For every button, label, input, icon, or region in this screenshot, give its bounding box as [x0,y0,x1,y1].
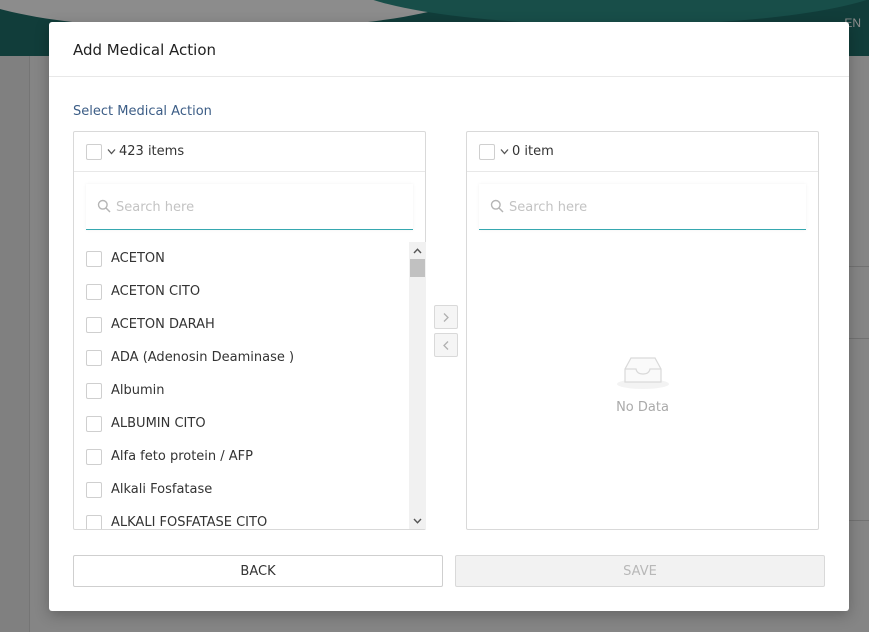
list-item[interactable]: ALKALI FOSFATASE CITO [74,506,409,529]
dialog-header: Add Medical Action [49,22,849,77]
item-checkbox[interactable] [86,514,102,529]
target-item-count: 0 item [512,144,554,159]
inbox-empty-icon [616,357,669,389]
chevron-down-icon[interactable] [107,146,116,157]
target-search-input[interactable] [509,196,789,218]
item-checkbox[interactable] [86,448,102,465]
scroll-up-arrow[interactable] [409,242,426,259]
empty-state: No Data [467,352,818,415]
list-item[interactable]: Albumin [74,374,409,407]
list-item[interactable]: ACETON CITO [74,275,409,308]
no-data-text: No Data [616,400,669,415]
select-all-checkbox[interactable] [86,143,102,160]
list-item[interactable]: ALBUMIN CITO [74,407,409,440]
item-label: ACETON [111,251,165,266]
source-panel-header: 423 items [74,132,425,172]
item-label: ALKALI FOSFATASE CITO [111,515,268,529]
list-item[interactable]: ACETON [74,242,409,275]
move-right-button[interactable] [434,305,458,329]
item-label: Albumin [111,383,165,398]
list-scrollbar[interactable] [409,242,426,529]
list-item[interactable]: ADA (Adenosin Deaminase ) [74,341,409,374]
source-search-box [86,184,413,230]
item-checkbox[interactable] [86,283,102,300]
dialog-title: Add Medical Action [73,41,217,59]
item-checkbox[interactable] [86,415,102,432]
item-label: ALBUMIN CITO [111,416,206,431]
scrollbar-thumb[interactable] [410,259,425,277]
source-item-list: ACETON ACETON CITO ACETON DARAH ADA (Adenos… [74,242,409,529]
item-checkbox[interactable] [86,349,102,366]
chevron-down-icon[interactable] [500,146,509,157]
scroll-down-arrow[interactable] [409,512,426,529]
item-checkbox[interactable] [86,250,102,267]
list-item[interactable]: Alkali Fosfatase [74,473,409,506]
item-checkbox[interactable] [86,382,102,399]
select-all-checkbox[interactable] [479,143,495,160]
source-list-panel: 423 items ACETONACETON CITOACETON DARAHA… [73,131,426,530]
item-label: ACETON CITO [111,284,201,299]
item-checkbox[interactable] [86,481,102,498]
item-checkbox[interactable] [86,316,102,333]
list-item[interactable]: ACETON DARAH [74,308,409,341]
move-left-button[interactable] [434,333,458,357]
source-item-count: 423 items [119,144,185,159]
chevron-right-icon [443,312,449,322]
chevron-left-icon [443,340,449,350]
source-search-input[interactable] [116,196,396,218]
item-label: ACETON DARAH [111,317,215,332]
save-button[interactable]: SAVE [455,555,825,587]
search-icon [490,199,504,213]
target-panel-header: 0 item [467,132,818,172]
item-label: Alfa feto protein / AFP [111,449,254,464]
search-icon [97,199,111,213]
list-item[interactable]: Alfa feto protein / AFP [74,440,409,473]
target-search-box [479,184,806,230]
add-medical-action-dialog: Add Medical Action Select Medical Action… [49,22,849,611]
back-button[interactable]: BACK [73,555,443,587]
section-label: Select Medical Action [73,104,212,119]
item-label: Alkali Fosfatase [111,482,213,497]
target-list-panel: 0 item No Data [466,131,819,530]
item-label: ADA (Adenosin Deaminase ) [111,350,295,365]
